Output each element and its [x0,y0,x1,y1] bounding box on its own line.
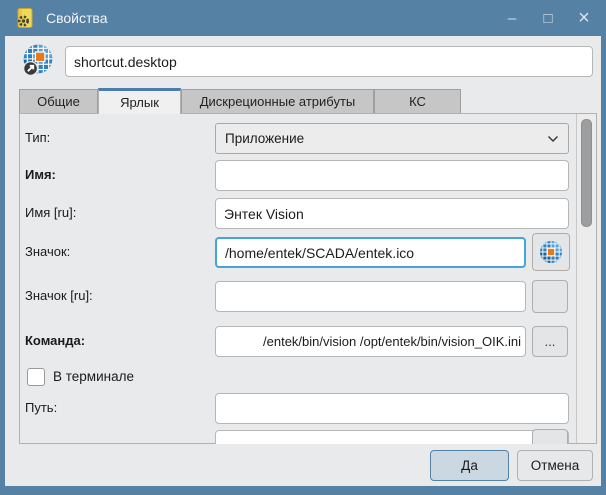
tab-discretionary-attributes-label: Дискреционные атрибуты [200,94,356,109]
ellipsis-label: ... [545,334,556,349]
command-browse-button[interactable]: ... [532,326,568,357]
clipped-input[interactable] [215,430,569,444]
type-dropdown-value: Приложение [225,131,304,146]
icon-browse-button[interactable] [532,233,570,271]
titlebar[interactable]: Свойства – □ × [0,0,606,36]
icon-label: Значок: [25,237,210,267]
terminal-checkbox-label: В терминале [53,368,134,386]
clipped-browse-button[interactable] [532,429,568,444]
tab-general[interactable]: Общие [19,89,98,113]
ok-button[interactable]: Да [430,450,509,481]
icon-ru-input[interactable] [215,281,526,312]
shortcut-arrow-badge [24,62,38,76]
properties-dialog: Свойства – □ × [0,0,606,495]
close-icon[interactable]: × [572,6,596,30]
name-ru-input[interactable] [215,198,569,229]
name-label: Имя: [25,160,210,190]
path-input[interactable] [215,393,569,424]
ok-button-label: Да [461,458,478,473]
clipped-next-field [215,430,569,444]
cancel-button-label: Отмена [531,458,579,473]
tab-shortcut[interactable]: Ярлык [98,88,181,114]
filename-input[interactable] [65,46,593,77]
path-label: Путь: [25,393,210,423]
command-label: Команда: [25,326,210,356]
minimize-icon[interactable]: – [500,6,524,30]
command-input[interactable] [215,326,526,357]
chevron-down-icon [547,135,559,143]
tab-general-label: Общие [37,94,80,109]
icon-ru-browse-button[interactable] [532,280,568,313]
tab-ks[interactable]: КС [374,89,461,113]
shortcut-globe-icon [21,43,55,77]
icon-ru-label: Значок [ru]: [25,281,210,311]
terminal-checkbox[interactable] [27,368,45,386]
name-input[interactable] [215,160,569,191]
tab-discretionary-attributes[interactable]: Дискреционные атрибуты [181,89,374,113]
vertical-scrollbar[interactable] [576,114,596,443]
type-dropdown[interactable]: Приложение [215,123,569,154]
globe-icon [538,239,564,265]
type-label: Тип: [25,123,210,153]
name-ru-label: Имя [ru]: [25,198,210,228]
icon-path-input[interactable] [215,237,526,268]
tab-shortcut-label: Ярлык [120,95,159,110]
scrollbar-thumb[interactable] [581,119,592,227]
tab-ks-label: КС [409,94,426,109]
app-file-gear-icon [14,7,36,29]
maximize-icon[interactable]: □ [536,6,560,30]
cancel-button[interactable]: Отмена [517,450,593,481]
window-title: Свойства [46,10,107,26]
